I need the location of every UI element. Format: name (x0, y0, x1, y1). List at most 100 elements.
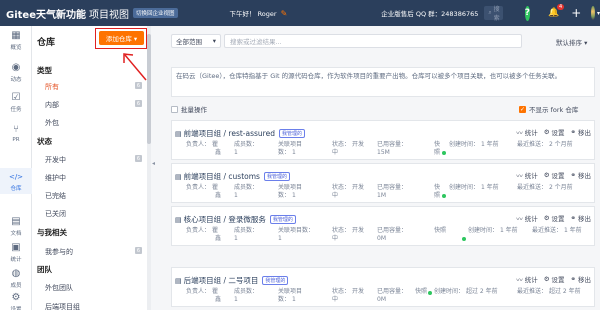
global-search-input[interactable]: ⌕ 搜索 (484, 6, 503, 22)
repo-title[interactable]: ▤ 前端项目组 / rest-assured 我管理的 (175, 128, 305, 139)
group-team: 团队 (37, 265, 52, 274)
gear-icon: ⚙ (543, 214, 550, 222)
info-notice: 在码云（Gitee），仓库特指基于 Git 的源代码仓库，作为软件项目的重要产出… (171, 67, 595, 97)
rail-overview[interactable]: ▦ 概览 (0, 30, 32, 51)
group-status: 状态 (37, 137, 52, 146)
sidebar-item-participating[interactable]: 我参与的 6 (45, 247, 148, 257)
members-icon: ◍ (11, 268, 21, 279)
repo-title[interactable]: ▤ 核心项目组 / 登录微服务 我管理的 (175, 214, 296, 225)
collapse-sidebar-icon[interactable]: ◂ (152, 160, 155, 167)
sidebar-item-maintaining[interactable]: 维护中 (45, 173, 66, 183)
repo-title[interactable]: ▤ 后端项目组 / 二号项目 我管理的 (175, 275, 289, 286)
gear-icon: ⚙ (543, 275, 550, 283)
trend-icon: 〰 (516, 129, 523, 137)
main-content: 全部范围 ▾ 搜索或过滤结果... 默认排序 ▾ 在码云（Gitee），仓库特指基… (166, 26, 600, 310)
remove-button[interactable]: ⚭ 移出 (571, 213, 591, 223)
link-icon: ⚭ (570, 171, 576, 179)
status-dot (428, 291, 432, 295)
sidebar-item-internal[interactable]: 内部 6 (45, 100, 148, 110)
hide-fork-checkbox[interactable]: ✓ (519, 105, 526, 113)
sidebar-item-closed[interactable]: 已关闭 (45, 209, 66, 219)
sidebar-title: 仓库 (37, 38, 56, 48)
repo-card: ▤ 前端项目组 / rest-assured 我管理的 〰统计 ⚙ 设置 ⚭ 移出 负责… (171, 120, 595, 160)
switch-view-button[interactable]: 切换回企业视图 (132, 8, 178, 18)
rail-repos[interactable]: </> 仓库 (0, 168, 32, 194)
notification-count-badge: 4 (557, 4, 565, 10)
link-icon: ⚭ (570, 214, 576, 222)
gear-icon: ⚙ (543, 171, 550, 179)
help-button[interactable]: ? (524, 5, 530, 21)
settings-button[interactable]: ⚙ 设置 (544, 127, 565, 137)
status-dot (442, 194, 446, 198)
repo-icon: ▤ (175, 215, 182, 224)
pull-request-icon: ⑂ (13, 124, 19, 135)
rail-pr[interactable]: ⑂ PR (0, 124, 32, 143)
rail-activity[interactable]: ◉ 动态 (0, 62, 32, 83)
group-type: 类型 (37, 66, 52, 75)
repo-icon: ▤ (175, 172, 182, 181)
remove-button[interactable]: ⚭ 移出 (571, 127, 591, 137)
manager-badge: 我管理的 (269, 215, 296, 224)
sidebar-item-finished[interactable]: 已完结 (45, 191, 66, 201)
sidebar-item-outsource[interactable]: 外包 (45, 118, 59, 128)
settings-button[interactable]: ⚙ 设置 (544, 213, 565, 223)
trend-icon: 〰 (516, 276, 523, 284)
remove-button[interactable]: ⚭ 移出 (571, 170, 591, 180)
hide-fork-option[interactable]: ✓ 不显示 fork 仓库 (519, 104, 578, 114)
stats-button[interactable]: 〰统计 (516, 127, 538, 137)
sidebar-item-developing[interactable]: 开发中 6 (45, 155, 148, 165)
document-icon: ▤ (11, 216, 21, 227)
settings-button[interactable]: ⚙ 设置 (544, 170, 565, 180)
filter-input[interactable]: 搜索或过滤结果... (224, 34, 522, 48)
rail-members[interactable]: ◍ 成员 (0, 268, 32, 289)
notification-bell-icon[interactable]: 🔔 4 (548, 4, 565, 18)
sidebar-item-outsource-team[interactable]: 外包团队 (45, 283, 73, 293)
trend-icon: 〰 (516, 172, 523, 180)
repo-icon: ▤ (175, 129, 182, 138)
gear-icon: ⚙ (11, 292, 21, 303)
count-badge: 6 (135, 82, 142, 89)
rail-stats[interactable]: ▣ 统计 (0, 242, 32, 263)
edit-icon[interactable]: ✎ (281, 9, 288, 18)
top-bar: Gitee天气新功能 项目视图 切换回企业视图 下午好！ Roger ✎ 企业版售… (0, 0, 600, 26)
remove-button[interactable]: ⚭ 移出 (571, 274, 591, 284)
status-dot (442, 151, 446, 155)
stats-button[interactable]: 〰统计 (516, 213, 538, 223)
avatar[interactable] (591, 6, 595, 20)
code-icon: </> (8, 173, 24, 181)
sort-select[interactable]: 默认排序 ▾ (556, 37, 587, 47)
add-repo-button[interactable]: 添加仓库 ▾ (99, 31, 144, 45)
gear-icon: ⚙ (543, 128, 550, 136)
stats-button[interactable]: 〰统计 (516, 274, 538, 284)
sidebar-item-backend-team[interactable]: 后端项目组 (45, 302, 80, 310)
plus-icon[interactable]: + (571, 6, 581, 20)
trend-icon: 〰 (516, 215, 523, 223)
repo-icon: ▤ (175, 276, 182, 285)
rail-tasks[interactable]: ☑ 任务 (0, 92, 32, 113)
annotation-arrow (123, 53, 147, 81)
stats-button[interactable]: 〰统计 (516, 170, 538, 180)
batch-checkbox[interactable] (171, 105, 178, 113)
count-badge: 6 (135, 155, 142, 162)
dashboard-icon: ▦ (11, 30, 21, 41)
sidebar-scrollbar-thumb[interactable] (147, 34, 151, 144)
left-rail: ▦ 概览 ◉ 动态 ☑ 任务 ⑂ PR </> 仓库 ▤ 文档 ▣ 统计 ◍ 成员 ⚙ 设置 (0, 26, 32, 310)
manager-badge: 我管理的 (263, 172, 290, 181)
manager-badge: 我管理的 (278, 129, 305, 138)
support-qq: 企业版售后 QQ 群：248386765 (381, 10, 479, 18)
chevron-down-icon: ▾ (212, 37, 216, 45)
manager-badge: 我管理的 (262, 276, 289, 285)
group-related: 与我相关 (37, 228, 67, 237)
batch-operation[interactable]: 批量操作 (171, 104, 207, 114)
brand-title[interactable]: Gitee天气新功能 项目视图 (6, 6, 129, 21)
count-badge: 6 (135, 247, 142, 254)
rail-settings[interactable]: ⚙ 设置 (0, 292, 32, 310)
settings-button[interactable]: ⚙ 设置 (544, 274, 565, 284)
greeting: 下午好！ Roger (229, 10, 277, 18)
repo-sidebar: 仓库 添加仓库 ▾ 类型 所有 6 内部 6 外包 状态 开发中 6 维护中 已完结 … (32, 26, 148, 310)
scope-select[interactable]: 全部范围 ▾ (171, 34, 221, 48)
rail-docs[interactable]: ▤ 文档 (0, 216, 32, 237)
sidebar-item-all[interactable]: 所有 6 (45, 82, 148, 92)
repo-title[interactable]: ▤ 前端项目组 / customs 我管理的 (175, 171, 290, 182)
chart-icon: ▣ (11, 242, 21, 253)
